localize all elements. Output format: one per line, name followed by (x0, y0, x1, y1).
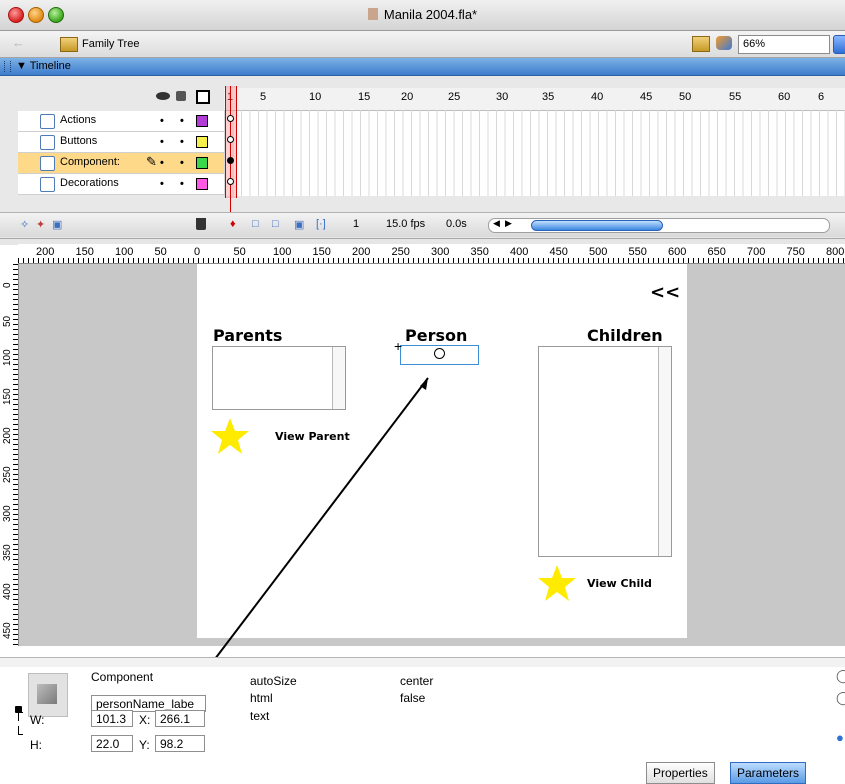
settings-icon[interactable]: ◯ (836, 690, 845, 706)
help-icon[interactable]: ◯ (836, 668, 845, 684)
height-field[interactable]: 22.0 (91, 735, 133, 752)
width-label: W: (30, 713, 45, 727)
y-field[interactable]: 98.2 (155, 735, 205, 752)
instance-type-label: Component (91, 670, 154, 684)
component-thumbnail-icon (28, 673, 68, 717)
param-name[interactable]: text (250, 709, 269, 723)
param-name[interactable]: html (250, 691, 273, 705)
component-cube-icon (37, 684, 57, 704)
height-label: H: (30, 738, 42, 752)
param-value[interactable]: false (400, 691, 425, 705)
tab-properties[interactable]: Properties (646, 762, 715, 784)
tab-parameters[interactable]: Parameters (730, 762, 807, 784)
x-field[interactable]: 266.1 (155, 710, 205, 727)
x-label: X: (139, 713, 151, 727)
param-value[interactable]: center (400, 674, 433, 688)
constrain-bracket-top (18, 712, 23, 721)
y-label: Y: (139, 738, 150, 752)
view-parent-star-icon[interactable] (211, 418, 249, 454)
lock-proportions-icon[interactable] (15, 706, 22, 713)
width-field[interactable]: 101.3 (91, 710, 133, 727)
view-child-star-icon[interactable] (538, 565, 576, 601)
param-name[interactable]: autoSize (250, 674, 297, 688)
constrain-bracket-bottom (18, 726, 23, 735)
info-icon[interactable]: ● (836, 730, 844, 745)
